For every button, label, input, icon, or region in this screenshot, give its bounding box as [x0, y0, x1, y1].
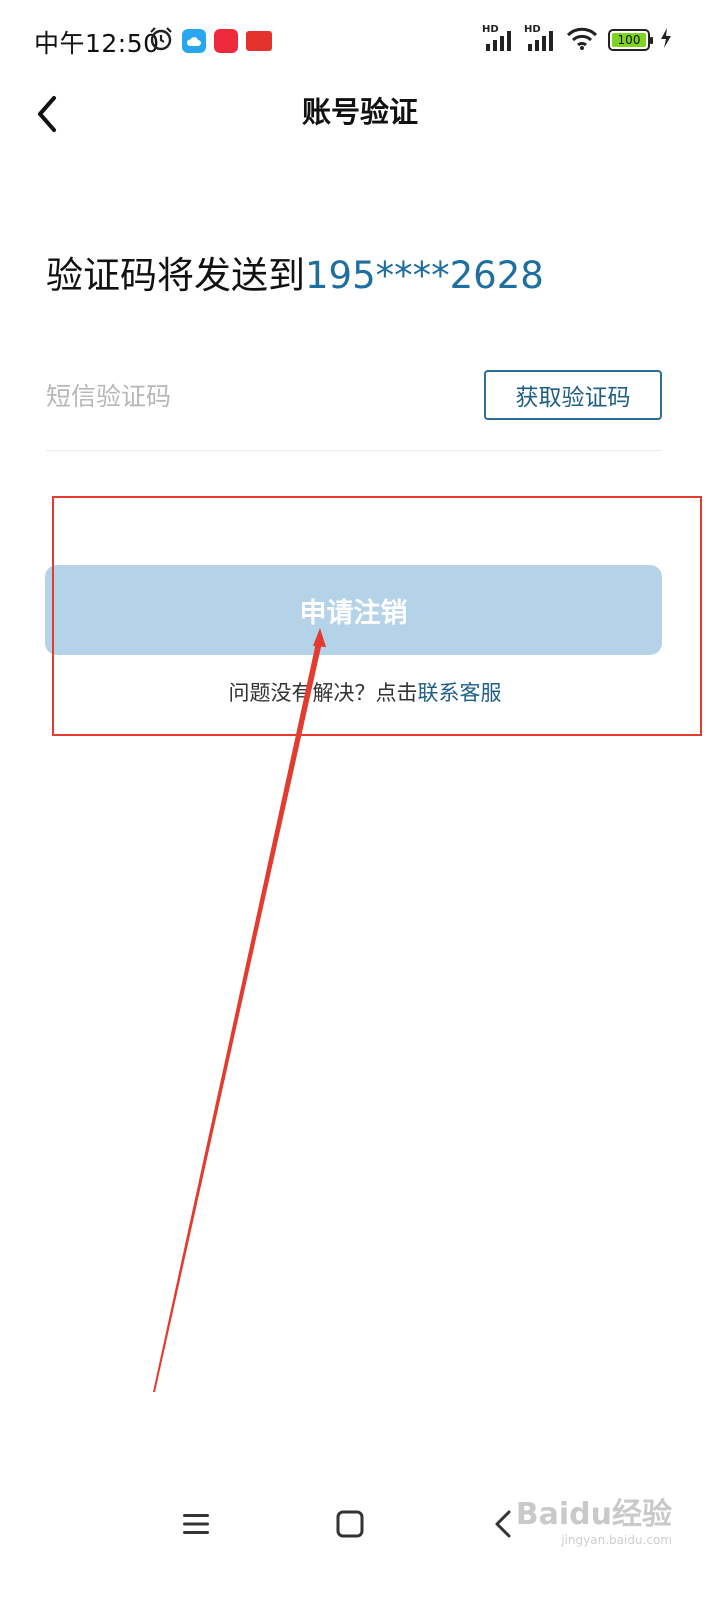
signal-icon: HD	[482, 24, 514, 52]
charging-icon	[660, 27, 672, 53]
annotation-arrow	[153, 628, 326, 1392]
back-triangle-icon	[495, 1510, 511, 1538]
xiaohongshu-app-icon	[214, 29, 238, 53]
home-square-icon	[336, 1510, 364, 1538]
signal-icon: HD	[524, 24, 556, 52]
send-to-heading: 验证码将发送到195****2628	[46, 250, 544, 302]
menu-button[interactable]	[166, 1494, 226, 1554]
page-title: 账号验证	[301, 95, 418, 129]
alarm-icon	[148, 26, 174, 56]
apply-cancellation-button[interactable]: 申请注销	[45, 565, 662, 655]
status-bar: 中午12:50 HD HD 100	[0, 0, 720, 80]
wifi-icon	[566, 26, 598, 54]
input-divider	[46, 450, 662, 451]
battery-level: 100	[612, 33, 646, 47]
contact-support-link[interactable]: 联系客服	[418, 681, 502, 705]
battery-icon: 100	[608, 29, 653, 51]
help-text: 问题没有解决？点击	[228, 681, 418, 705]
home-button[interactable]	[320, 1494, 380, 1554]
menu-icon	[183, 1514, 209, 1534]
status-time: 中午12:50	[34, 29, 160, 58]
system-indicators: HD HD 100	[482, 24, 672, 54]
get-code-button[interactable]: 获取验证码	[484, 370, 662, 420]
masked-phone-number: 195****2628	[305, 254, 544, 297]
sms-code-input[interactable]	[46, 372, 466, 420]
notification-icons	[148, 26, 272, 56]
system-navigation-bar	[0, 1494, 720, 1554]
system-back-button[interactable]	[474, 1494, 534, 1554]
help-line: 问题没有解决？点击联系客服	[0, 676, 720, 710]
account-verification-screen: 中午12:50 HD HD 100 账号验证 验证码将发送到195****262…	[0, 0, 720, 1600]
toutiao-app-icon	[246, 31, 272, 51]
cloud-app-icon	[182, 29, 206, 53]
send-to-label: 验证码将发送到	[46, 254, 305, 297]
